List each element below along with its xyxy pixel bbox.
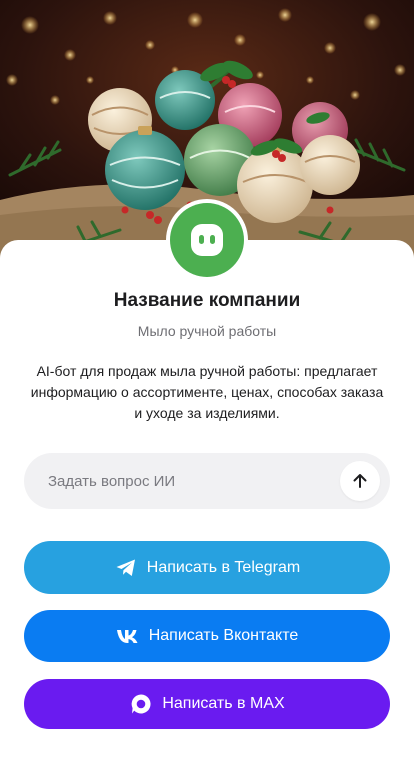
write-max-button[interactable]: Написать в MAX	[24, 679, 390, 729]
company-name: Название компании	[113, 290, 301, 311]
ask-ai-field	[24, 453, 390, 509]
page: Название компании Мыло ручной работы AI-…	[0, 0, 414, 770]
write-telegram-button[interactable]: Написать в Telegram	[24, 541, 390, 594]
ask-ai-input[interactable]	[48, 453, 348, 509]
avatar-background	[170, 203, 244, 277]
telegram-icon	[114, 556, 138, 580]
company-description: AI-бот для продаж мыла ручной работы: пр…	[30, 363, 384, 421]
write-vk-button[interactable]: Написать Вконтакте	[24, 610, 390, 662]
max-icon	[129, 692, 153, 716]
send-question-button[interactable]	[340, 461, 380, 501]
telegram-button-label: Написать в Telegram	[146, 558, 301, 576]
vk-button-label: Написать Вконтакте	[148, 627, 299, 644]
company-tagline: Мыло ручной работы	[137, 323, 277, 339]
company-avatar	[166, 199, 248, 281]
max-button-label: Написать в MAX	[162, 695, 285, 712]
chat-bubble-icon	[191, 224, 223, 256]
vk-icon	[116, 624, 140, 648]
arrow-up-icon	[353, 474, 367, 488]
